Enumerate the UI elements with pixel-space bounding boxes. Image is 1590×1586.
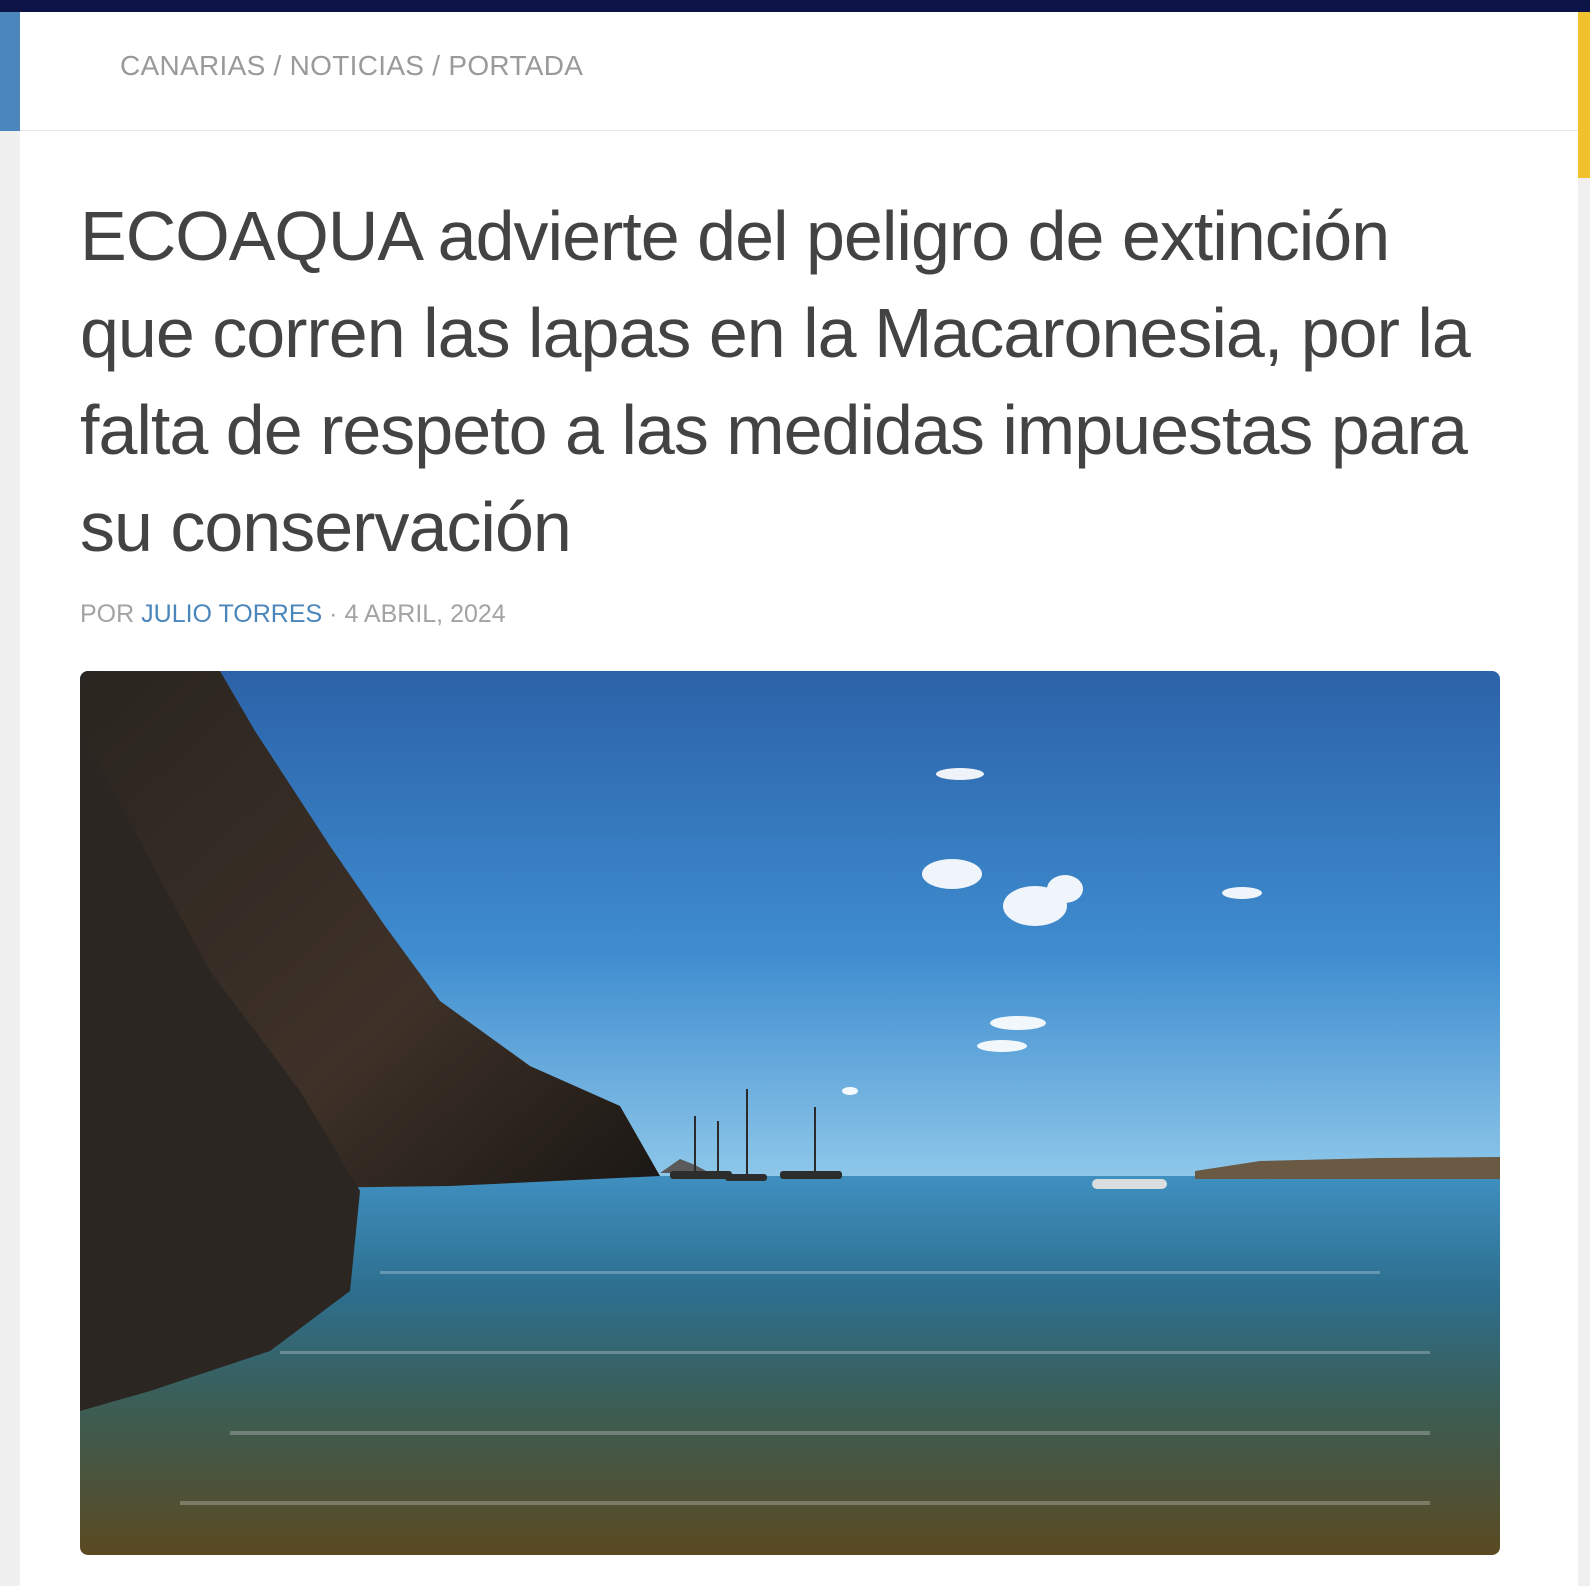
breadcrumb-item-canarias[interactable]: CANARIAS (120, 50, 266, 81)
article-page: CANARIAS / NOTICIAS / PORTADA ECOAQUA advier… (20, 12, 1578, 1586)
left-accent-bar (0, 12, 20, 131)
breadcrumb-item-noticias[interactable]: NOTICIAS (290, 50, 425, 81)
breadcrumb-item-portada[interactable]: PORTADA (448, 50, 583, 81)
hero-image (80, 671, 1500, 1555)
author-link[interactable]: JULIO TORRES (141, 600, 322, 628)
breadcrumb-separator: / (273, 50, 282, 81)
byline-prefix: POR (80, 600, 135, 628)
right-accent-bar (1578, 12, 1590, 178)
top-color-bar (0, 0, 1590, 12)
article-headline: ECOAQUA advierte del peligro de extinció… (80, 197, 1471, 566)
article-meta: POR JULIO TORRES · 4 ABRIL, 2024 (80, 600, 506, 629)
publish-date: 4 ABRIL, 2024 (344, 600, 506, 628)
meta-separator: · (329, 600, 338, 628)
breadcrumb: CANARIAS / NOTICIAS / PORTADA (120, 50, 583, 82)
breadcrumb-separator: / (432, 50, 441, 81)
coastal-photo (80, 671, 1500, 1555)
breadcrumb-bar: CANARIAS / NOTICIAS / PORTADA (20, 12, 1578, 131)
